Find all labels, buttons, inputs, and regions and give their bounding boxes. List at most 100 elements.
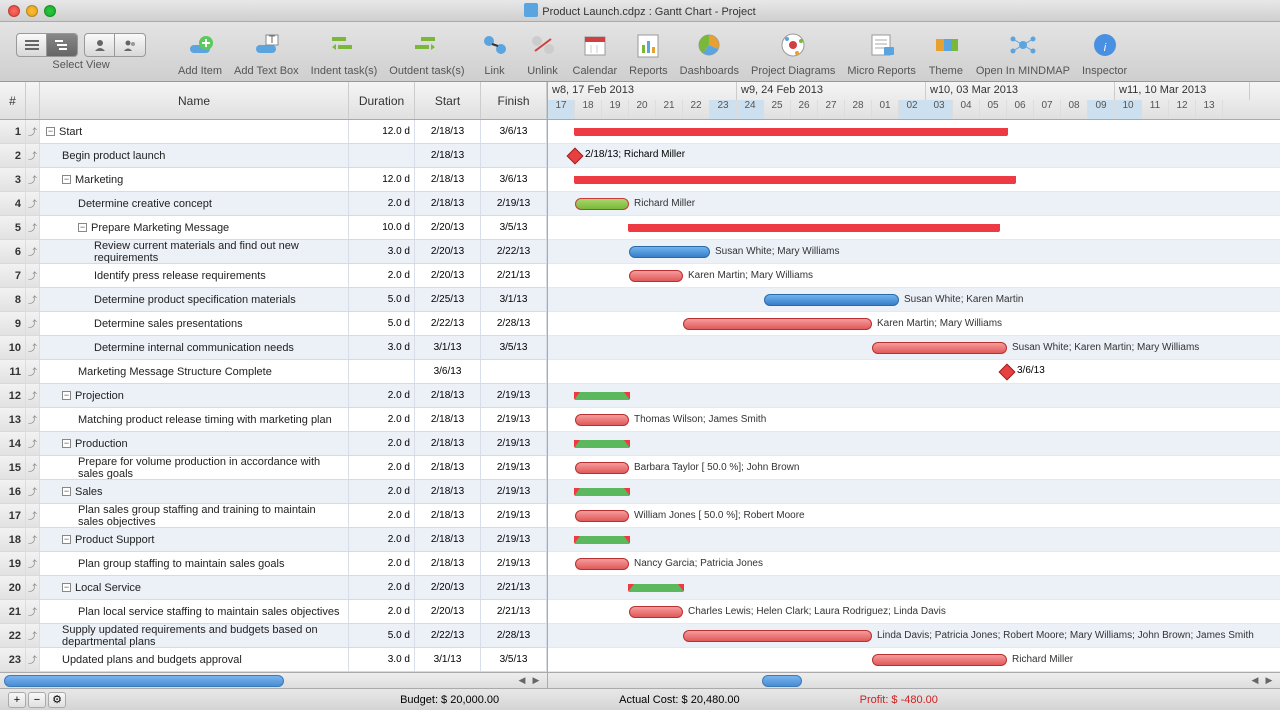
task-name-cell[interactable]: Determine sales presentations bbox=[40, 312, 349, 335]
task-name-cell[interactable]: Plan group staffing to maintain sales go… bbox=[40, 552, 349, 575]
table-row[interactable]: 12⤴−Projection2.0 d2/18/132/19/13 bbox=[0, 384, 547, 408]
task-name-cell[interactable]: Prepare for volume production in accorda… bbox=[40, 456, 349, 479]
people-segment[interactable] bbox=[84, 33, 146, 57]
add-item-button[interactable]: Add Item bbox=[178, 27, 222, 77]
finish-cell[interactable]: 2/28/13 bbox=[481, 624, 547, 647]
collapse-icon[interactable]: − bbox=[62, 439, 71, 448]
gantt-bar[interactable] bbox=[575, 440, 629, 448]
task-name-cell[interactable]: Supply updated requirements and budgets … bbox=[40, 624, 349, 647]
add-row-button[interactable]: + bbox=[8, 692, 26, 708]
finish-cell[interactable]: 2/21/13 bbox=[481, 600, 547, 623]
collapse-icon[interactable]: − bbox=[78, 223, 87, 232]
task-name-cell[interactable]: −Sales bbox=[40, 480, 349, 503]
start-cell[interactable]: 2/18/13 bbox=[415, 528, 481, 551]
start-cell[interactable]: 2/20/13 bbox=[415, 240, 481, 263]
start-cell[interactable]: 3/1/13 bbox=[415, 336, 481, 359]
grid-horizontal-scroll[interactable]: ◀ ▶ bbox=[0, 672, 547, 688]
collapse-icon[interactable]: − bbox=[62, 175, 71, 184]
task-name-cell[interactable]: Plan local service staffing to maintain … bbox=[40, 600, 349, 623]
table-row[interactable]: 16⤴−Sales2.0 d2/18/132/19/13 bbox=[0, 480, 547, 504]
task-name-cell[interactable]: −Marketing bbox=[40, 168, 349, 191]
duration-cell[interactable]: 3.0 d bbox=[349, 336, 415, 359]
start-cell[interactable]: 2/18/13 bbox=[415, 408, 481, 431]
table-row[interactable]: 7⤴Identify press release requirements2.0… bbox=[0, 264, 547, 288]
collapse-icon[interactable]: − bbox=[62, 535, 71, 544]
table-row[interactable]: 19⤴Plan group staffing to maintain sales… bbox=[0, 552, 547, 576]
view-list-icon[interactable] bbox=[17, 34, 47, 56]
finish-cell[interactable] bbox=[481, 360, 547, 383]
task-name-cell[interactable]: Begin product launch bbox=[40, 144, 349, 167]
gantt-bar[interactable]: Richard Miller bbox=[872, 654, 1007, 666]
duration-cell[interactable]: 10.0 d bbox=[349, 216, 415, 239]
start-cell[interactable]: 2/18/13 bbox=[415, 120, 481, 143]
task-name-cell[interactable]: Marketing Message Structure Complete bbox=[40, 360, 349, 383]
task-name-cell[interactable]: −Production bbox=[40, 432, 349, 455]
finish-cell[interactable] bbox=[481, 144, 547, 167]
duration-cell[interactable]: 3.0 d bbox=[349, 648, 415, 671]
finish-cell[interactable]: 3/6/13 bbox=[481, 120, 547, 143]
gantt-bar[interactable] bbox=[575, 128, 1007, 136]
start-cell[interactable]: 2/22/13 bbox=[415, 312, 481, 335]
scroll-left-icon[interactable]: ◀ bbox=[1248, 675, 1262, 687]
finish-cell[interactable]: 2/21/13 bbox=[481, 576, 547, 599]
task-name-cell[interactable]: −Prepare Marketing Message bbox=[40, 216, 349, 239]
gantt-bar[interactable] bbox=[629, 584, 683, 592]
gantt-horizontal-scroll[interactable]: ◀ ▶ bbox=[548, 672, 1280, 688]
start-cell[interactable]: 2/25/13 bbox=[415, 288, 481, 311]
finish-cell[interactable]: 2/28/13 bbox=[481, 312, 547, 335]
gantt-bar[interactable]: Linda Davis; Patricia Jones; Robert Moor… bbox=[683, 630, 872, 642]
gantt-bar[interactable]: Susan White; Mary Williams bbox=[629, 246, 710, 258]
task-name-cell[interactable]: Identify press release requirements bbox=[40, 264, 349, 287]
finish-cell[interactable]: 2/19/13 bbox=[481, 552, 547, 575]
gantt-bar[interactable]: Susan White; Karen Martin; Mary Williams bbox=[872, 342, 1007, 354]
task-name-cell[interactable]: Determine internal communication needs bbox=[40, 336, 349, 359]
remove-row-button[interactable]: − bbox=[28, 692, 46, 708]
person-icon[interactable] bbox=[85, 34, 115, 56]
indent-button[interactable]: Indent task(s) bbox=[311, 27, 378, 77]
gantt-bar[interactable]: Karen Martin; Mary Williams bbox=[629, 270, 683, 282]
duration-cell[interactable]: 2.0 d bbox=[349, 480, 415, 503]
duration-cell[interactable]: 2.0 d bbox=[349, 528, 415, 551]
start-cell[interactable]: 2/20/13 bbox=[415, 216, 481, 239]
start-cell[interactable]: 2/18/13 bbox=[415, 192, 481, 215]
start-cell[interactable]: 2/18/13 bbox=[415, 168, 481, 191]
link-button[interactable]: Link bbox=[477, 27, 513, 77]
table-row[interactable]: 14⤴−Production2.0 d2/18/132/19/13 bbox=[0, 432, 547, 456]
gantt-bar[interactable]: Karen Martin; Mary Williams bbox=[683, 318, 872, 330]
theme-button[interactable]: Theme bbox=[928, 27, 964, 77]
open-mindmap-button[interactable]: Open In MINDMAP bbox=[976, 27, 1070, 77]
reports-button[interactable]: Reports bbox=[629, 27, 668, 77]
gantt-bar[interactable]: Richard Miller bbox=[575, 198, 629, 210]
finish-cell[interactable]: 3/5/13 bbox=[481, 648, 547, 671]
start-cell[interactable]: 3/6/13 bbox=[415, 360, 481, 383]
table-row[interactable]: 10⤴Determine internal communication need… bbox=[0, 336, 547, 360]
view-mode-segment[interactable] bbox=[16, 33, 78, 57]
table-row[interactable]: 9⤴Determine sales presentations5.0 d2/22… bbox=[0, 312, 547, 336]
table-row[interactable]: 23⤴Updated plans and budgets approval3.0… bbox=[0, 648, 547, 672]
scroll-right-icon[interactable]: ▶ bbox=[529, 675, 543, 687]
duration-cell[interactable]: 2.0 d bbox=[349, 192, 415, 215]
finish-cell[interactable]: 2/19/13 bbox=[481, 504, 547, 527]
finish-cell[interactable]: 2/19/13 bbox=[481, 480, 547, 503]
gantt-bar[interactable]: Thomas Wilson; James Smith bbox=[575, 414, 629, 426]
gantt-bar[interactable]: William Jones [ 50.0 %]; Robert Moore bbox=[575, 510, 629, 522]
table-row[interactable]: 11⤴Marketing Message Structure Complete3… bbox=[0, 360, 547, 384]
finish-cell[interactable]: 2/19/13 bbox=[481, 528, 547, 551]
table-row[interactable]: 6⤴Review current materials and find out … bbox=[0, 240, 547, 264]
start-cell[interactable]: 2/18/13 bbox=[415, 456, 481, 479]
gantt-bar[interactable] bbox=[629, 224, 999, 232]
start-cell[interactable]: 2/18/13 bbox=[415, 432, 481, 455]
duration-cell[interactable]: 2.0 d bbox=[349, 408, 415, 431]
add-text-box-button[interactable]: TAdd Text Box bbox=[234, 27, 299, 77]
task-name-cell[interactable]: Review current materials and find out ne… bbox=[40, 240, 349, 263]
gantt-bar[interactable]: Barbara Taylor [ 50.0 %]; John Brown bbox=[575, 462, 629, 474]
start-cell[interactable]: 2/20/13 bbox=[415, 600, 481, 623]
table-row[interactable]: 20⤴−Local Service2.0 d2/20/132/21/13 bbox=[0, 576, 547, 600]
duration-cell[interactable]: 2.0 d bbox=[349, 552, 415, 575]
column-number[interactable]: # bbox=[0, 82, 26, 119]
finish-cell[interactable]: 3/6/13 bbox=[481, 168, 547, 191]
task-name-cell[interactable]: −Product Support bbox=[40, 528, 349, 551]
task-name-cell[interactable]: −Projection bbox=[40, 384, 349, 407]
table-row[interactable]: 5⤴−Prepare Marketing Message10.0 d2/20/1… bbox=[0, 216, 547, 240]
table-row[interactable]: 8⤴Determine product specification materi… bbox=[0, 288, 547, 312]
